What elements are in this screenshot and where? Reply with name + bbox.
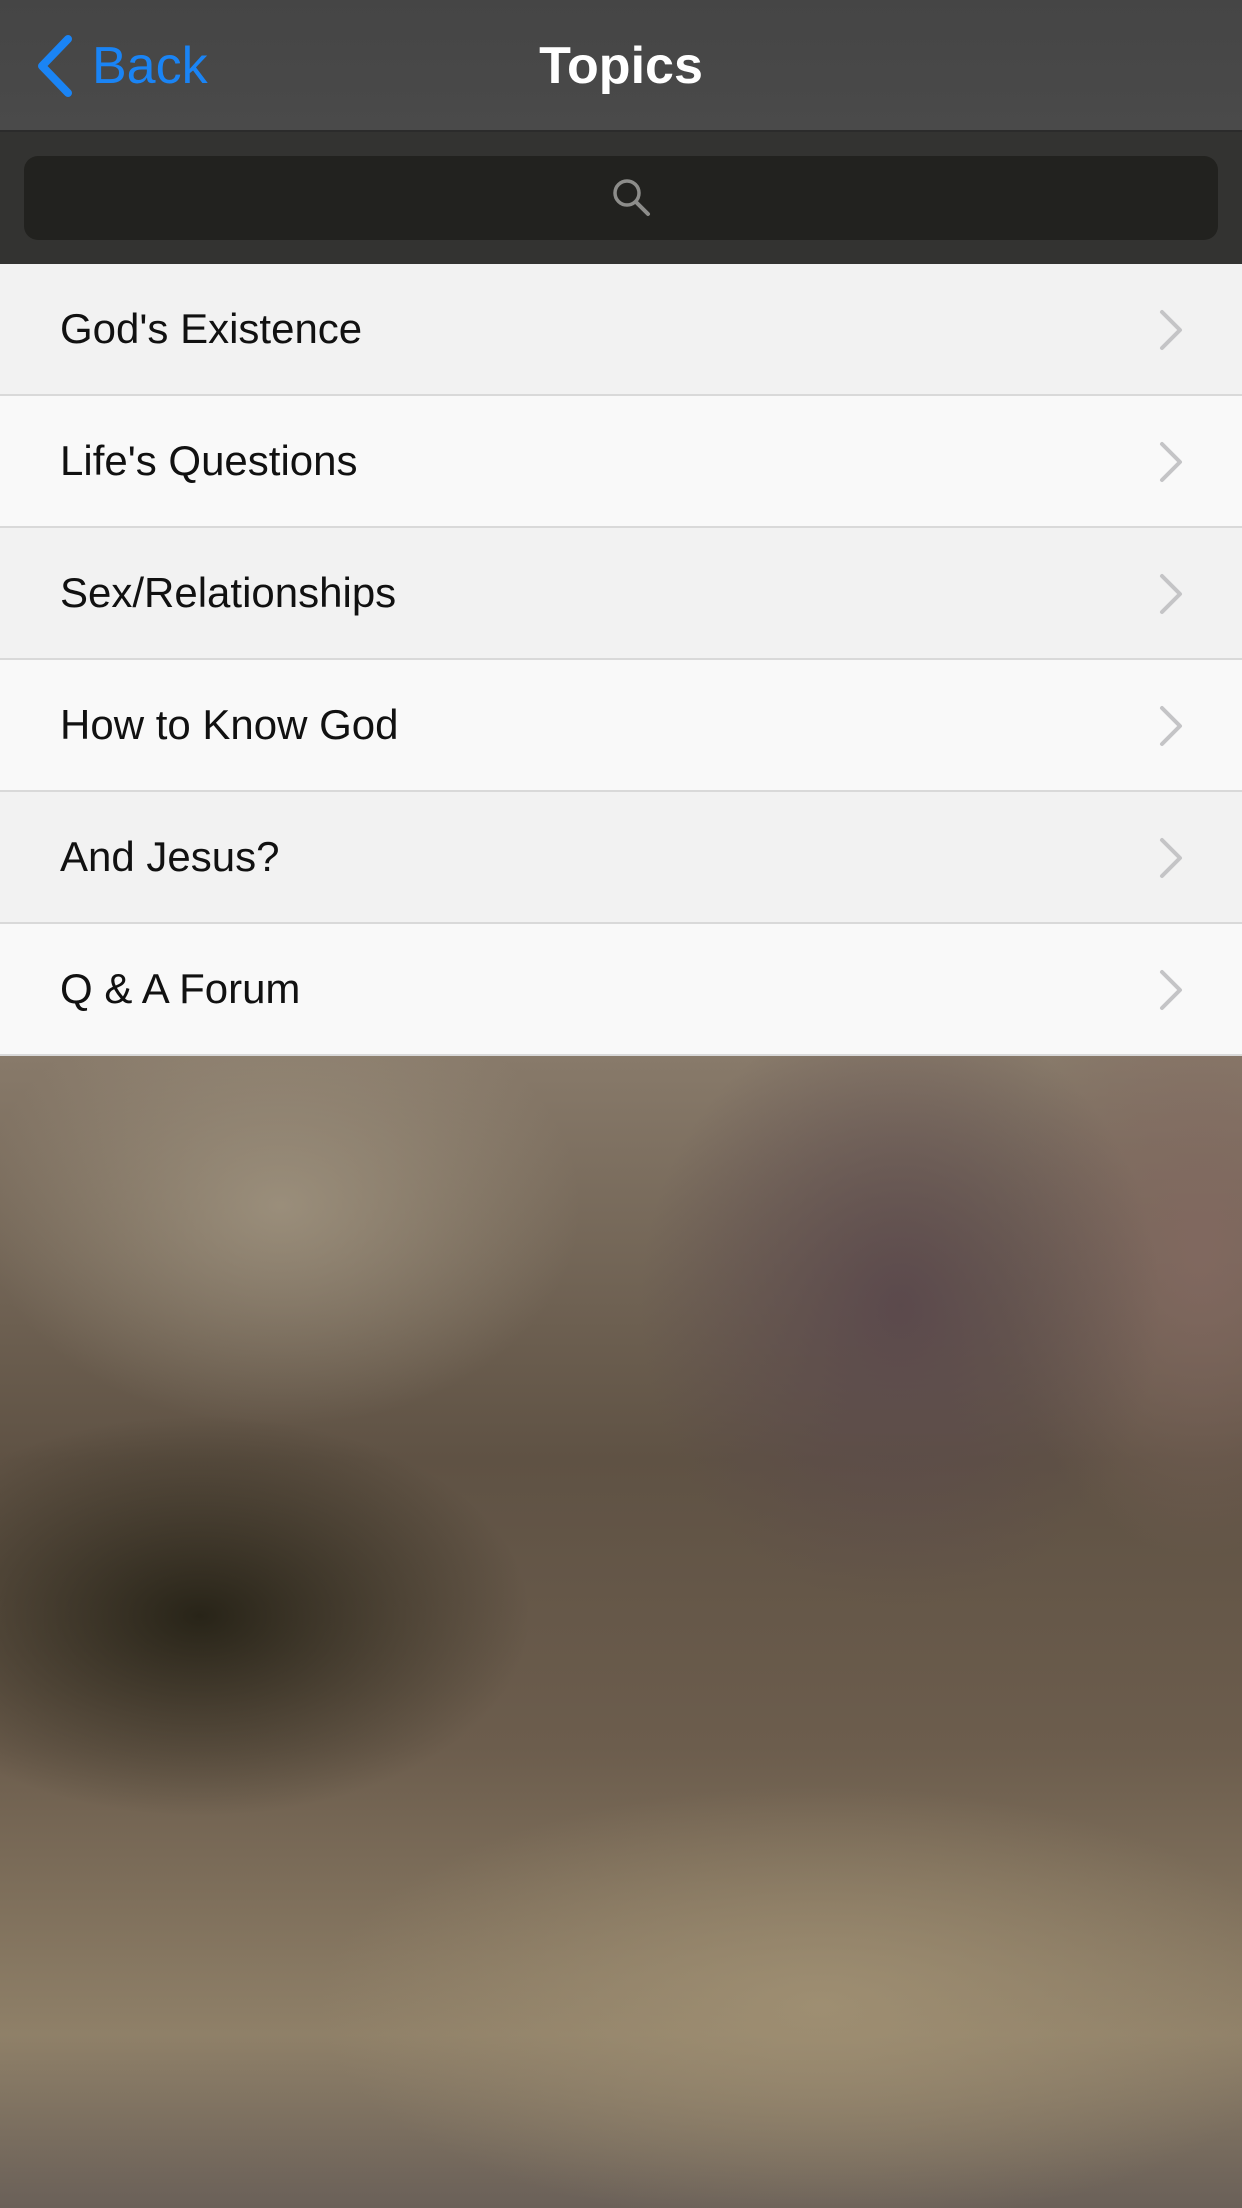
list-item-how-to-know-god[interactable]: How to Know God xyxy=(0,660,1242,792)
list-item-sex-relationships[interactable]: Sex/Relationships xyxy=(0,528,1242,660)
chevron-right-icon xyxy=(1160,838,1182,878)
search-field[interactable] xyxy=(24,156,1222,242)
background-photo xyxy=(0,1056,1242,2208)
list-item-gods-existence[interactable]: God's Existence xyxy=(0,264,1242,396)
list-item-label: God's Existence xyxy=(60,305,363,352)
topics-list: God's Existence Life's Questions Sex/Rel… xyxy=(0,264,1242,1056)
chevron-right-icon xyxy=(1160,574,1182,614)
chevron-right-icon xyxy=(1160,310,1182,350)
page-title: Topics xyxy=(539,37,703,95)
chevron-right-icon xyxy=(1160,442,1182,482)
search-bar xyxy=(0,132,1242,264)
list-item-label: Life's Questions xyxy=(60,437,358,484)
list-item-label: Q & A Forum xyxy=(60,965,301,1012)
list-item-label: How to Know God xyxy=(60,701,399,748)
navigation-bar: Back Topics xyxy=(0,0,1242,132)
chevron-right-icon xyxy=(1160,706,1182,746)
list-item-label: And Jesus? xyxy=(60,833,280,880)
list-item-qa-forum[interactable]: Q & A Forum xyxy=(0,924,1242,1056)
search-input[interactable] xyxy=(24,156,1222,242)
list-item-and-jesus[interactable]: And Jesus? xyxy=(0,792,1242,924)
list-item-label: Sex/Relationships xyxy=(60,569,397,616)
chevron-right-icon xyxy=(1160,970,1182,1010)
list-item-lifes-questions[interactable]: Life's Questions xyxy=(0,396,1242,528)
